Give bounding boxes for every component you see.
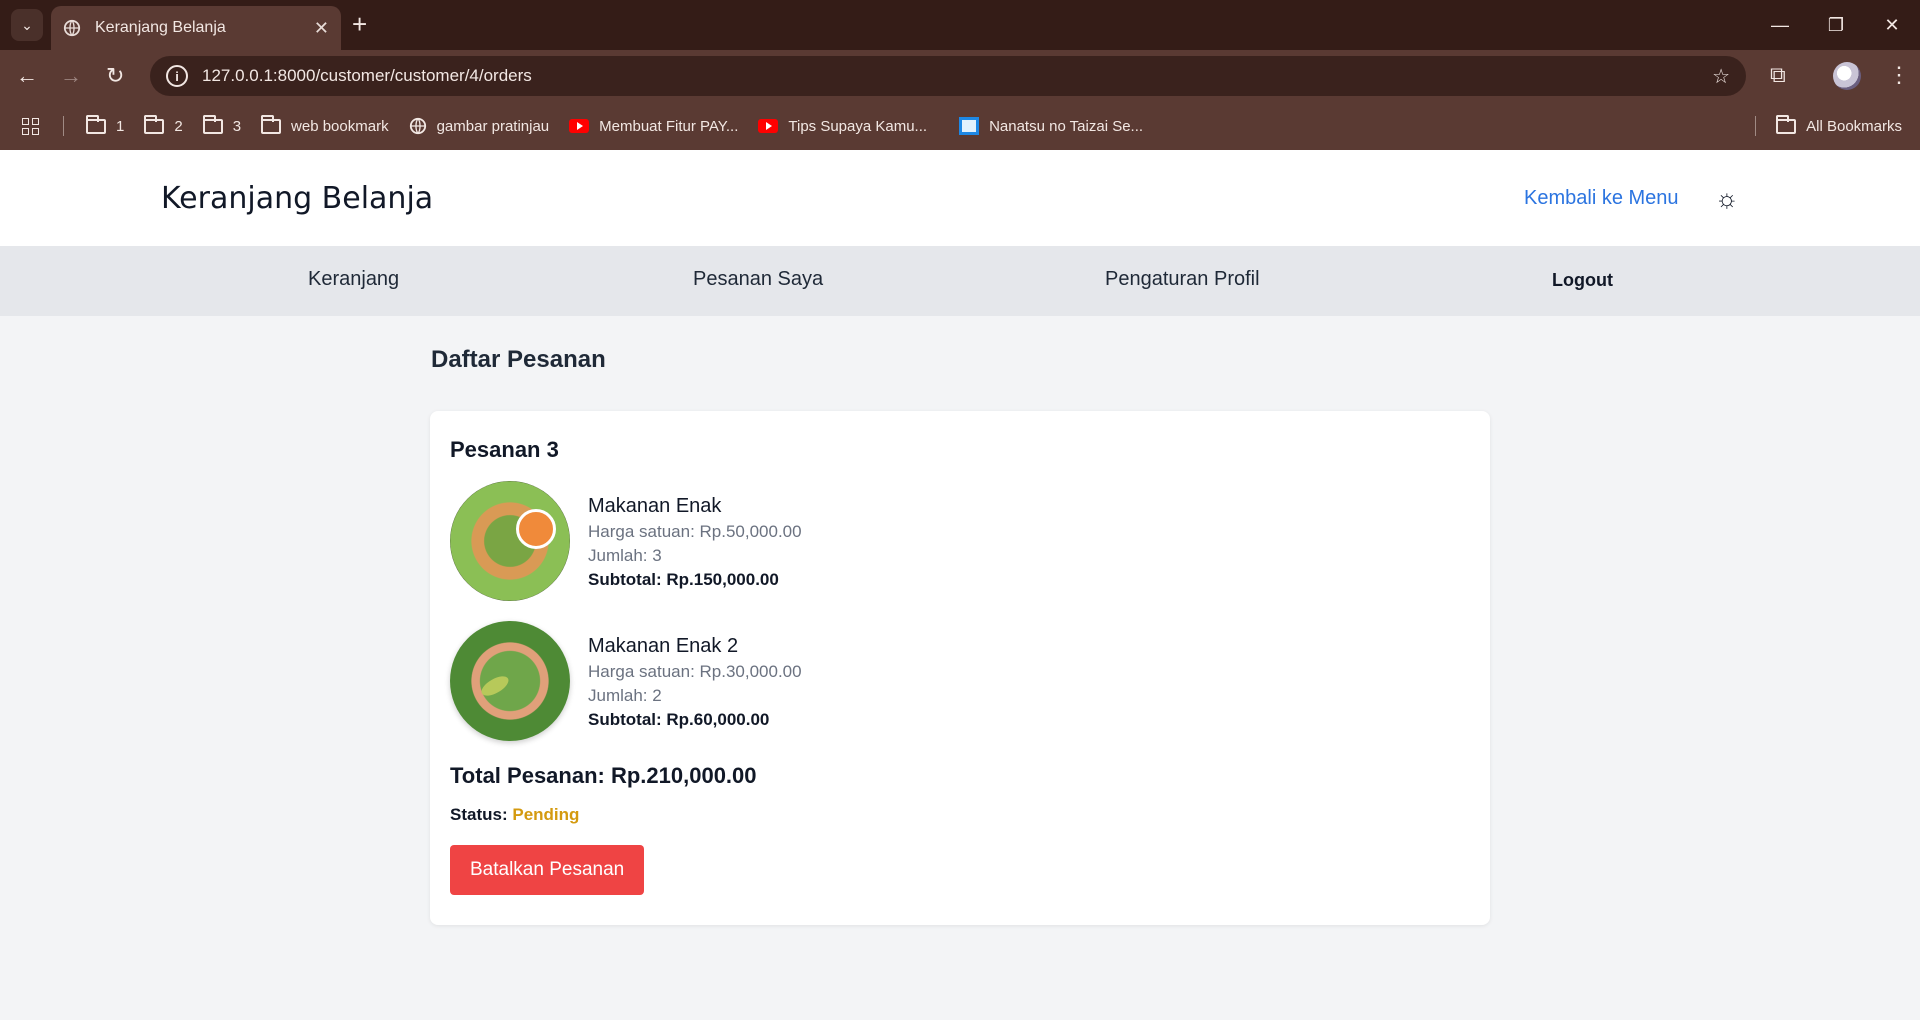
order-status: Status: Pending [450, 805, 1470, 825]
bookmark-folder-2[interactable]: 2 [144, 114, 183, 135]
bookmark-label: Nanatsu no Taizai Se... [989, 117, 1144, 135]
reload-icon[interactable]: ↻ [106, 63, 124, 89]
order-card: Pesanan 3 Makanan Enak Harga satuan: Rp.… [430, 411, 1490, 925]
folder-icon [261, 114, 282, 134]
back-to-menu-link[interactable]: Kembali ke Menu [1524, 187, 1679, 210]
bookmark-folder-3[interactable]: 3 [202, 114, 242, 135]
item-subtotal: Subtotal: Rp.60,000.00 [588, 710, 770, 729]
nav-cart-link[interactable]: Keranjang [308, 268, 399, 291]
globe-icon [63, 19, 81, 37]
bookmark-label: web bookmark [291, 117, 389, 135]
all-bookmarks-button[interactable]: All Bookmarks [1776, 114, 1902, 135]
bookmark-folder-web[interactable]: web bookmark [261, 114, 389, 135]
bookmark-nanatsu[interactable]: Nanatsu no Taizai Se... [959, 117, 1143, 135]
item-name: Makanan Enak [588, 495, 722, 517]
order-title: Pesanan 3 [450, 437, 559, 462]
app-header: Keranjang Belanja Kembali ke Menu ☼ [0, 150, 1920, 246]
restore-button[interactable]: ❐ [1808, 0, 1864, 50]
status-label: Status: [450, 805, 508, 824]
food-image [450, 481, 570, 601]
site-icon [959, 117, 980, 135]
folder-icon [1776, 114, 1797, 134]
youtube-icon [569, 119, 590, 133]
tab-title: Keranjang Belanja [95, 19, 226, 36]
bookmark-separator [63, 116, 64, 136]
orders-section: Daftar Pesanan Pesanan 3 Makanan Enak Ha… [430, 346, 1490, 925]
profile-avatar[interactable] [1833, 62, 1861, 90]
bookmark-label: Membuat Fitur PAY... [599, 117, 739, 135]
bookmark-gambar-pratinjau[interactable]: gambar pratinjau [409, 117, 550, 135]
bookmarks-bar: 1 2 3 web bookmark gambar pratinjau Memb… [0, 102, 1920, 150]
item-unit-price: Harga satuan: Rp.30,000.00 [588, 662, 802, 681]
bookmark-label: 3 [232, 117, 242, 135]
bookmark-folder-1[interactable]: 1 [86, 114, 125, 135]
back-arrow-icon[interactable]: ← [16, 63, 38, 89]
bookmark-label: 2 [174, 117, 183, 135]
bookmark-membuat-fitur[interactable]: Membuat Fitur PAY... [569, 118, 738, 135]
item-quantity: Jumlah: 3 [588, 546, 662, 565]
bookmark-label: Tips Supaya Kamu... [788, 117, 928, 135]
bookmark-label: 1 [116, 117, 125, 135]
url-text: 127.0.0.1:8000/customer/customer/4/order… [202, 66, 532, 85]
bookmark-separator [1755, 116, 1757, 136]
new-tab-button[interactable]: + [352, 11, 367, 37]
food-image [450, 621, 570, 741]
bookmark-label: gambar pratinjau [436, 117, 550, 135]
close-window-button[interactable]: ✕ [1864, 0, 1920, 50]
globe-icon [409, 117, 426, 135]
youtube-icon [758, 119, 779, 133]
item-quantity: Jumlah: 2 [588, 686, 662, 705]
extensions-icon[interactable]: ⧉ [1770, 62, 1786, 88]
address-bar[interactable]: i 127.0.0.1:8000/customer/customer/4/ord… [150, 56, 1746, 96]
order-item: Makanan Enak Harga satuan: Rp.50,000.00 … [450, 481, 1470, 601]
page-title: Daftar Pesanan [431, 346, 606, 373]
order-item: Makanan Enak 2 Harga satuan: Rp.30,000.0… [450, 621, 1470, 741]
sun-icon[interactable]: ☼ [1715, 183, 1739, 214]
browser-tabbar: ⌄ Keranjang Belanja ✕ + — ❐ ✕ [0, 0, 1920, 50]
order-total: Total Pesanan: Rp.210,000.00 [450, 763, 757, 788]
nav-orders-link[interactable]: Pesanan Saya [693, 268, 823, 291]
all-bookmarks-label: All Bookmarks [1806, 117, 1902, 135]
address-toolbar: ← → ↻ i 127.0.0.1:8000/customer/customer… [0, 50, 1920, 102]
bookmark-tips-supaya[interactable]: Tips Supaya Kamu... [758, 118, 927, 135]
browser-tab[interactable]: Keranjang Belanja ✕ [51, 6, 341, 50]
folder-icon [86, 114, 106, 134]
bookmark-star-icon[interactable]: ☆ [1712, 64, 1730, 89]
item-name: Makanan Enak 2 [588, 635, 739, 657]
nav-profile-settings-link[interactable]: Pengaturan Profil [1105, 268, 1260, 291]
folder-icon [202, 114, 223, 134]
close-tab-icon[interactable]: ✕ [314, 18, 329, 39]
browser-menu-icon[interactable]: ⋮ [1888, 62, 1910, 88]
status-badge: Pending [512, 805, 580, 824]
apps-grid-icon[interactable] [22, 117, 39, 135]
nav-logout-link[interactable]: Logout [1552, 270, 1613, 291]
sub-navigation: Keranjang Pesanan Saya Pengaturan Profil… [0, 246, 1920, 316]
item-subtotal: Subtotal: Rp.150,000.00 [588, 570, 779, 589]
item-unit-price: Harga satuan: Rp.50,000.00 [588, 522, 802, 541]
tab-search-button[interactable]: ⌄ [11, 9, 43, 41]
cancel-order-button[interactable]: Batalkan Pesanan [450, 845, 645, 895]
brand-title: Keranjang Belanja [161, 181, 434, 216]
forward-arrow-icon[interactable]: → [60, 63, 82, 89]
folder-icon [144, 114, 165, 134]
minimize-button[interactable]: — [1752, 0, 1808, 50]
site-info-icon[interactable]: i [166, 65, 188, 87]
